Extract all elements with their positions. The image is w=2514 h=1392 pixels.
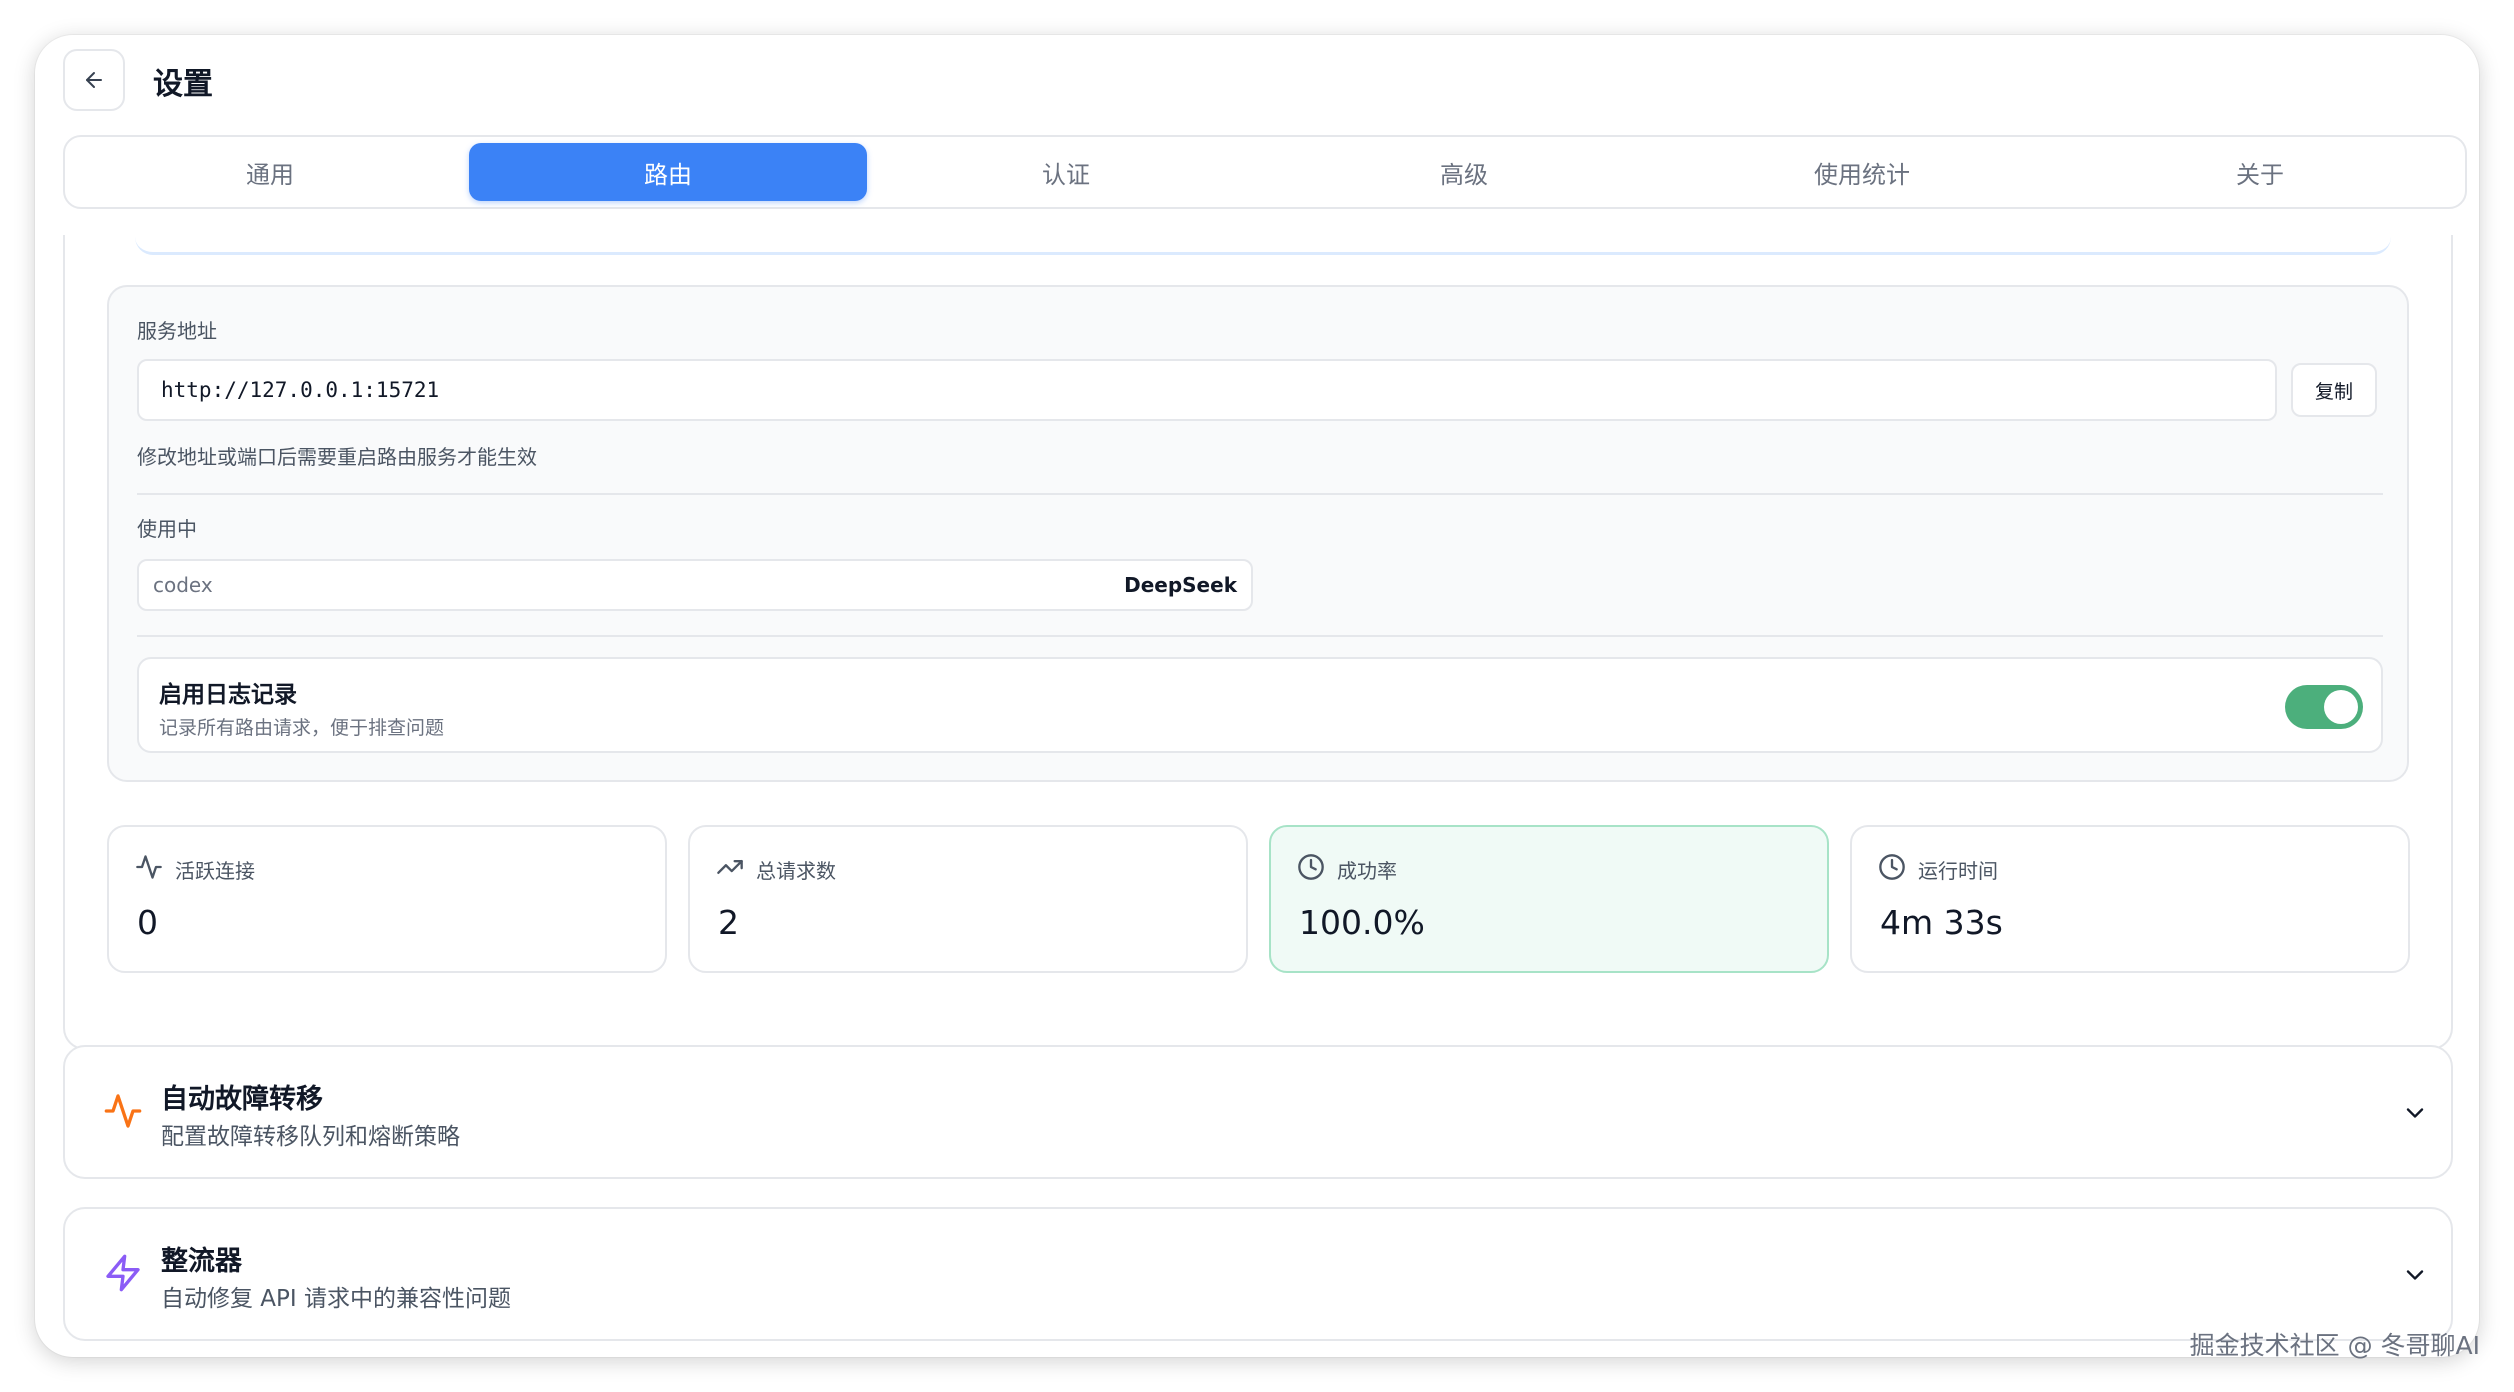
settings-window: 设置 通用 路由 认证 高级 使用统计 关于 服务地址 http://127.0… xyxy=(35,35,2479,1357)
tab-routing[interactable]: 路由 xyxy=(469,143,867,201)
stat-uptime: 运行时间 4m 33s xyxy=(1850,825,2410,973)
stat-value: 100.0% xyxy=(1299,903,1425,942)
section-title: 整流器 xyxy=(161,1246,242,1277)
stat-active-connections: 活跃连接 0 xyxy=(107,825,667,973)
back-button[interactable] xyxy=(63,49,125,111)
scrolled-card-edge xyxy=(135,235,2391,255)
clock-icon xyxy=(1298,854,1324,880)
stat-label: 成功率 xyxy=(1337,859,1397,883)
stat-value: 4m 33s xyxy=(1880,903,2003,942)
stat-value: 0 xyxy=(137,903,158,942)
in-use-label: 使用中 xyxy=(137,517,197,541)
clock-icon xyxy=(1879,854,1905,880)
stat-label: 活跃连接 xyxy=(175,859,255,883)
divider xyxy=(137,493,2383,495)
service-settings-box: 服务地址 http://127.0.0.1:15721 复制 修改地址或端口后需… xyxy=(107,285,2409,782)
logging-toggle[interactable] xyxy=(2285,685,2363,729)
chevron-down-icon[interactable] xyxy=(2401,1261,2429,1289)
logging-setting: 启用日志记录 记录所有路由请求，便于排查问题 xyxy=(137,657,2383,753)
trending-up-icon xyxy=(717,860,743,874)
toggle-knob xyxy=(2324,690,2358,724)
chevron-down-icon[interactable] xyxy=(2401,1099,2429,1127)
tab-auth[interactable]: 认证 xyxy=(867,143,1265,201)
service-address-input[interactable]: http://127.0.0.1:15721 xyxy=(137,359,2277,421)
stat-label: 运行时间 xyxy=(1918,859,1998,883)
settings-tabs: 通用 路由 认证 高级 使用统计 关于 xyxy=(63,135,2467,209)
section-description: 自动修复 API 请求中的兼容性问题 xyxy=(161,1286,512,1312)
tab-advanced[interactable]: 高级 xyxy=(1265,143,1663,201)
arrow-left-icon xyxy=(86,72,102,88)
section-description: 配置故障转移队列和熔断策略 xyxy=(161,1124,460,1150)
in-use-mapping[interactable]: codex DeepSeek xyxy=(137,559,1253,611)
tab-about[interactable]: 关于 xyxy=(2061,143,2459,201)
stat-value: 2 xyxy=(718,903,739,942)
router-panel: 服务地址 http://127.0.0.1:15721 复制 修改地址或端口后需… xyxy=(63,235,2453,1050)
service-address-label: 服务地址 xyxy=(137,319,217,343)
stat-label: 总请求数 xyxy=(756,859,836,883)
tab-usage-stats[interactable]: 使用统计 xyxy=(1663,143,2061,201)
section-title: 自动故障转移 xyxy=(161,1084,323,1115)
copy-button[interactable]: 复制 xyxy=(2291,363,2377,417)
divider xyxy=(137,635,2383,637)
app-name: codex xyxy=(153,573,213,597)
logging-description: 记录所有路由请求，便于排查问题 xyxy=(159,717,445,739)
section-auto-failover[interactable]: 自动故障转移 配置故障转移队列和熔断策略 xyxy=(63,1045,2453,1179)
zap-icon xyxy=(106,1254,140,1292)
activity-icon xyxy=(104,1094,142,1128)
stat-success-rate: 成功率 100.0% xyxy=(1269,825,1829,973)
activity-icon xyxy=(136,855,162,879)
stat-total-requests: 总请求数 2 xyxy=(688,825,1248,973)
page-title: 设置 xyxy=(153,67,213,102)
restart-hint: 修改地址或端口后需要重启路由服务才能生效 xyxy=(137,445,537,469)
tab-general[interactable]: 通用 xyxy=(71,143,469,201)
logging-title: 启用日志记录 xyxy=(159,682,297,708)
watermark: 掘金技术社区 @ 冬哥聊AI xyxy=(2189,1331,2480,1360)
provider-name: DeepSeek xyxy=(1124,573,1237,597)
section-rectifier[interactable]: 整流器 自动修复 API 请求中的兼容性问题 xyxy=(63,1207,2453,1341)
